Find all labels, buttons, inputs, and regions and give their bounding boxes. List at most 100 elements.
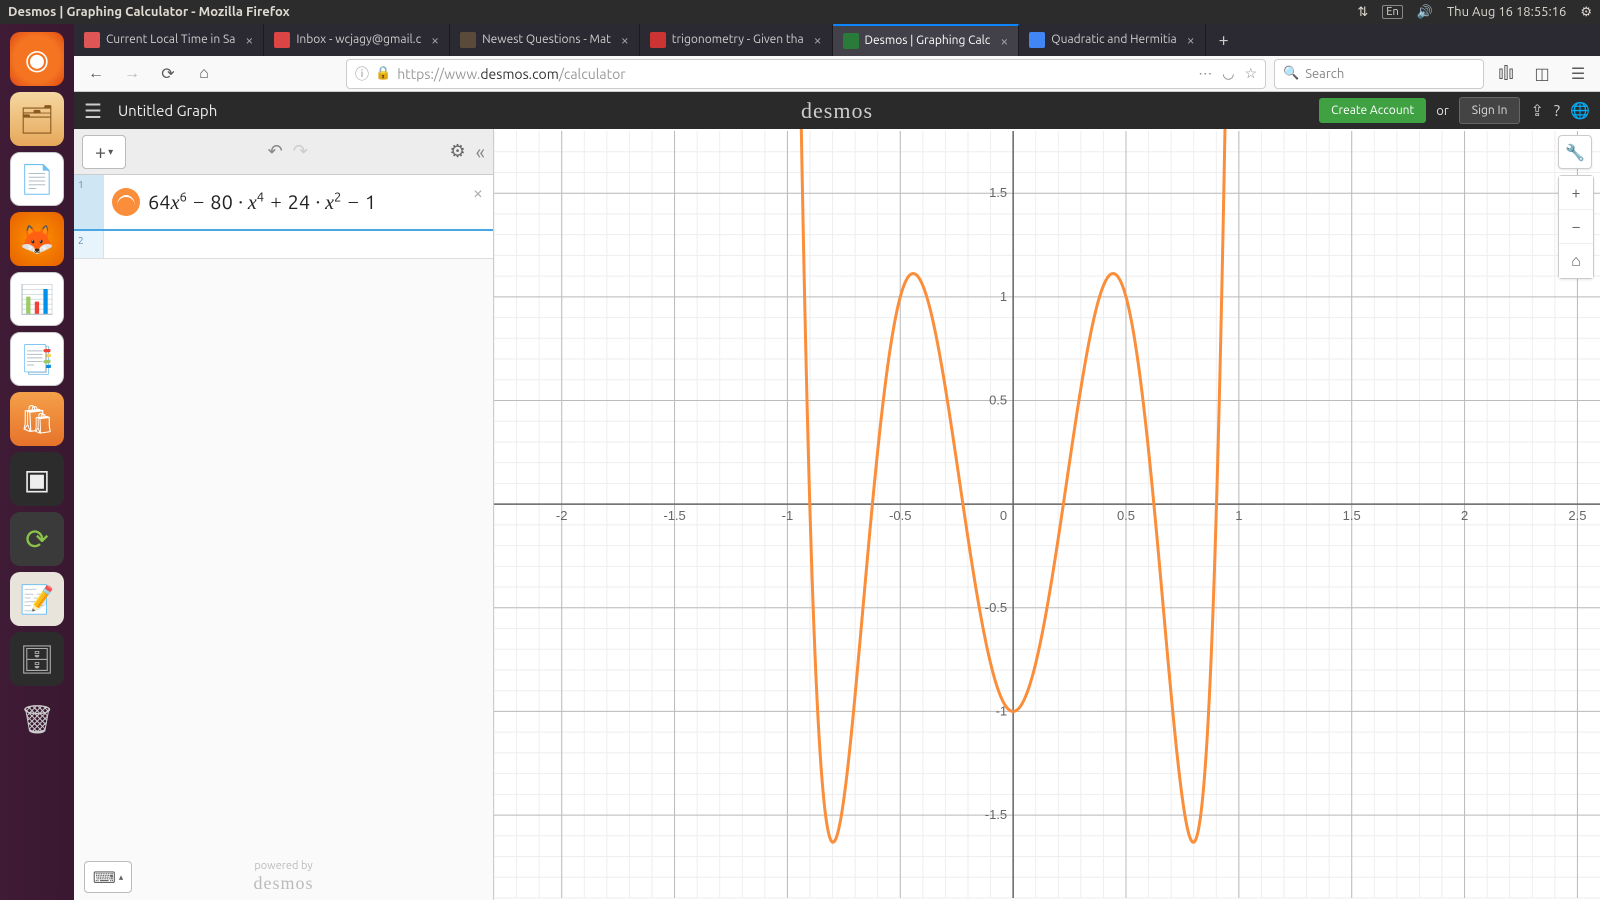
svg-text:-1.5: -1.5 [985, 807, 1007, 822]
wrench-icon[interactable]: 🔧 [1558, 135, 1592, 169]
url-text: https://www.desmos.com/calculator [397, 66, 625, 82]
svg-text:0.5: 0.5 [1117, 508, 1135, 523]
ubuntu-menubar: Desmos | Graphing Calculator - Mozilla F… [0, 0, 1600, 24]
browser-tab[interactable]: Newest Questions - Mat × [450, 24, 640, 56]
favicon [274, 32, 290, 48]
launcher-writer-icon[interactable]: 📄 [10, 152, 64, 206]
zoom-out-button[interactable]: − [1559, 210, 1593, 244]
launcher-dash-icon[interactable]: ◉ [10, 32, 64, 86]
settings-icon[interactable]: ⚙ [449, 141, 465, 162]
browser-tab[interactable]: Quadratic and Hermitia × [1019, 24, 1205, 56]
home-button[interactable]: ⌂ [190, 60, 218, 88]
reload-button[interactable]: ⟳ [154, 60, 182, 88]
tab-label: Quadratic and Hermitia [1051, 33, 1176, 46]
url-bar[interactable]: ⓘ 🔒 https://www.desmos.com/calculator ⋯ … [346, 59, 1266, 89]
search-icon: 🔍 [1283, 66, 1299, 81]
close-tab-icon[interactable]: × [431, 32, 439, 48]
close-tab-icon[interactable]: × [621, 32, 629, 48]
tab-strip: Current Local Time in Sa×Inbox - wcjagy@… [74, 24, 1600, 56]
close-tab-icon[interactable]: × [245, 32, 253, 48]
create-account-button[interactable]: Create Account [1319, 98, 1426, 123]
svg-text:1.5: 1.5 [989, 185, 1007, 200]
info-icon[interactable]: ⓘ [355, 64, 369, 84]
svg-text:-0.5: -0.5 [985, 600, 1007, 615]
browser-tab[interactable]: Desmos | Graphing Calc× [833, 24, 1020, 56]
forward-button[interactable]: → [118, 60, 146, 88]
svg-text:1: 1 [1000, 289, 1007, 304]
browser-tab[interactable]: trigonometry - Given tha × [640, 24, 833, 56]
desmos-logo: desmos [801, 98, 873, 124]
new-tab-button[interactable]: + [1206, 24, 1242, 56]
favicon [460, 32, 476, 48]
keyboard-button[interactable]: ⌨▴ [84, 861, 132, 893]
help-icon[interactable]: ? [1554, 102, 1560, 120]
collapse-panel-icon[interactable]: « [476, 140, 485, 163]
bookmark-star-icon[interactable]: ☆ [1244, 65, 1257, 82]
favicon [1029, 32, 1045, 48]
launcher-software-icon[interactable]: 🛍 [10, 392, 64, 446]
window-title: Desmos | Graphing Calculator - Mozilla F… [8, 5, 1357, 19]
launcher-trash-icon[interactable]: 🗑 [10, 692, 64, 746]
launcher-terminal-icon[interactable]: ▣ [10, 452, 64, 506]
tab-label: Newest Questions - Mat [482, 33, 611, 46]
svg-text:-2: -2 [556, 508, 568, 523]
sound-icon[interactable]: 🔊 [1417, 5, 1433, 20]
library-icon[interactable]: ⫾⫿⫾ [1492, 60, 1520, 88]
back-button[interactable]: ← [82, 60, 110, 88]
network-icon[interactable]: ⇅ [1357, 5, 1368, 20]
expression-formula[interactable]: 64x6 − 80 · x4 + 24 · x2 − 1 [148, 190, 376, 215]
launcher-calc-icon[interactable]: 📊 [10, 272, 64, 326]
svg-text:2.5: 2.5 [1568, 508, 1586, 523]
delete-expression-icon[interactable]: × [473, 183, 483, 203]
undo-button[interactable]: ↶ [268, 141, 283, 162]
launcher-files-icon[interactable]: 🗂 [10, 92, 64, 146]
launcher-backup-icon[interactable]: 🗄 [10, 632, 64, 686]
svg-text:1: 1 [1235, 508, 1242, 523]
globe-icon[interactable]: 🌐 [1570, 101, 1590, 120]
svg-text:0.5: 0.5 [989, 392, 1007, 407]
launcher-firefox-icon[interactable]: 🦊 [10, 212, 64, 266]
firefox-window: Current Local Time in Sa×Inbox - wcjagy@… [74, 24, 1600, 900]
graph-canvas[interactable]: -2-1.5-1-0.500.511.522.5-1.5-1-0.50.511.… [494, 129, 1600, 900]
expression-color-icon[interactable] [112, 188, 140, 216]
page-actions-icon[interactable]: ⋯ [1198, 65, 1212, 82]
svg-text:-1.5: -1.5 [663, 508, 685, 523]
browser-tab[interactable]: Inbox - wcjagy@gmail.c× [264, 24, 450, 56]
share-icon[interactable]: ⇪ [1530, 101, 1543, 120]
close-tab-icon[interactable]: × [814, 32, 822, 48]
expression-toolbar: +▾ ↶ ↷ ⚙ « [74, 129, 493, 175]
signin-button[interactable]: Sign In [1459, 97, 1521, 124]
zoom-in-button[interactable]: + [1559, 176, 1593, 210]
browser-tab[interactable]: Current Local Time in Sa× [74, 24, 264, 56]
redo-button[interactable]: ↷ [293, 141, 308, 162]
expression-row[interactable]: 164x6 − 80 · x4 + 24 · x2 − 1× [74, 175, 493, 231]
clock[interactable]: Thu Aug 16 18:55:16 [1447, 5, 1566, 19]
search-placeholder: Search [1305, 67, 1344, 81]
svg-text:-1: -1 [782, 508, 794, 523]
close-tab-icon[interactable]: × [1000, 33, 1008, 49]
menu-icon[interactable]: ☰ [1564, 60, 1592, 88]
launcher-impress-icon[interactable]: 📑 [10, 332, 64, 386]
svg-text:2: 2 [1461, 508, 1468, 523]
power-icon[interactable]: ⚙ [1580, 5, 1592, 20]
search-bar[interactable]: 🔍 Search [1274, 59, 1484, 89]
launcher-updater-icon[interactable]: ⟳ [10, 512, 64, 566]
nav-bar: ← → ⟳ ⌂ ⓘ 🔒 https://www.desmos.com/calcu… [74, 56, 1600, 93]
desmos-body: +▾ ↶ ↷ ⚙ « 1 64x6 − 80 · x4 + 24 · x2 − 1… [74, 129, 1600, 900]
expression-panel: +▾ ↶ ↷ ⚙ « 164x6 − 80 · x4 + 24 · x2 − 1… [74, 129, 494, 900]
launcher-gedit-icon[interactable]: 📝 [10, 572, 64, 626]
sidebar-icon[interactable]: ◫ [1528, 60, 1556, 88]
pocket-icon[interactable]: ◡ [1222, 65, 1234, 82]
tab-label: trigonometry - Given tha [672, 33, 804, 46]
close-tab-icon[interactable]: × [1187, 32, 1195, 48]
graph-area[interactable]: -2-1.5-1-0.500.511.522.5-1.5-1-0.50.511.… [494, 129, 1600, 900]
graph-title[interactable]: Untitled Graph [118, 102, 217, 119]
add-expression-button[interactable]: +▾ [82, 135, 126, 169]
svg-text:-0.5: -0.5 [889, 508, 911, 523]
menu-button[interactable]: ☰ [84, 99, 102, 123]
home-zoom-button[interactable]: ⌂ [1559, 244, 1593, 278]
expression-row[interactable]: 2 [74, 231, 493, 259]
ubuntu-launcher: ◉ 🗂 📄 🦊 📊 📑 🛍 ▣ ⟳ 📝 🗄 🗑 [0, 24, 74, 900]
powered-by: powered by desmos [254, 860, 314, 895]
language-indicator[interactable]: En [1382, 5, 1402, 19]
